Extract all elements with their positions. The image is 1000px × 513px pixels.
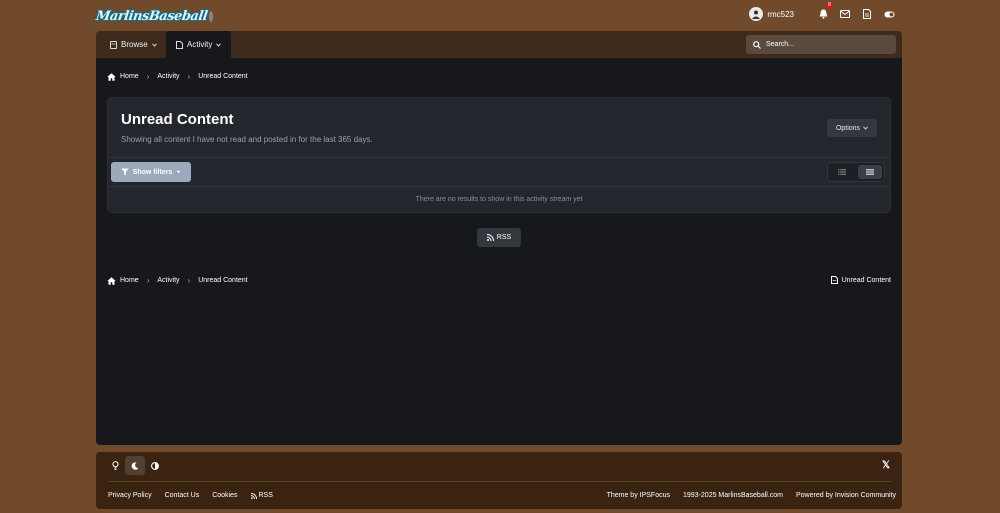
list-icon — [838, 169, 846, 175]
breadcrumb-home[interactable]: Home — [120, 277, 139, 284]
page-title: Unread Content — [121, 111, 234, 128]
site-logo[interactable]: MarlinsBaseball — [94, 1, 214, 31]
empty-results-message: There are no results to show in this act… — [415, 196, 583, 203]
envelope-icon — [840, 10, 850, 18]
options-button[interactable]: Options — [827, 119, 877, 137]
avatar[interactable] — [749, 7, 764, 21]
document-icon — [863, 9, 871, 19]
rss-label: RSS — [496, 234, 512, 241]
bell-icon — [819, 9, 827, 19]
footer-rss-link[interactable]: RSS — [250, 492, 273, 499]
rss-button[interactable]: RSS — [477, 228, 521, 247]
rss-icon — [250, 492, 257, 499]
stream-card: Unread Content Showing all content I hav… — [107, 97, 891, 213]
privacy-policy-link[interactable]: Privacy Policy — [108, 492, 152, 499]
breadcrumb-current: Unread Content — [198, 277, 248, 284]
tab-browse[interactable]: Browse — [100, 31, 167, 58]
main-content: Home › Activity › Unread Content Unread … — [96, 58, 902, 445]
chevron-down-icon — [216, 42, 222, 47]
footer: 𝕏 Privacy Policy Contact Us Cookies RSS … — [96, 452, 902, 509]
chevron-right-icon: › — [187, 276, 191, 285]
notifications-button[interactable]: 8 — [816, 2, 833, 21]
page-subtitle: Showing all content I have not read and … — [121, 135, 373, 144]
main-nav: Browse Activity Search... — [96, 31, 902, 58]
breadcrumb-bottom: Home › Activity › Unread Content — [107, 276, 248, 285]
breadcrumb-activity[interactable]: Activity — [157, 277, 179, 284]
toggle-icon — [884, 11, 894, 17]
cookies-link[interactable]: Cookies — [212, 492, 237, 499]
browse-icon — [110, 40, 117, 49]
search-input[interactable]: Search... — [746, 35, 896, 54]
home-icon — [107, 72, 116, 81]
x-social-icon[interactable]: 𝕏 — [882, 460, 890, 471]
filter-bar: Show filters — [108, 157, 890, 187]
condensed-view-button[interactable] — [830, 165, 854, 179]
options-label: Options — [835, 124, 861, 132]
theme-credit[interactable]: Theme by IPSFocus — [607, 492, 670, 499]
filter-icon — [120, 168, 129, 176]
show-filters-label: Show filters — [132, 168, 173, 176]
activity-icon — [176, 40, 183, 49]
powered-by[interactable]: Powered by Invision Community — [796, 492, 896, 499]
chevron-down-icon — [151, 42, 157, 47]
contrast-icon — [151, 461, 159, 470]
expanded-view-button[interactable] — [858, 165, 882, 179]
tab-browse-label: Browse — [121, 40, 148, 49]
chevron-down-icon — [863, 126, 868, 130]
lightbulb-icon — [111, 461, 119, 470]
contact-us-link[interactable]: Contact Us — [165, 492, 200, 499]
unread-content-label: Unread Content — [841, 276, 891, 284]
caret-down-icon — [176, 170, 181, 174]
dark-theme-button[interactable] — [125, 456, 145, 475]
breadcrumb: Home › Activity › Unread Content — [107, 72, 248, 81]
moon-icon — [131, 461, 139, 470]
copyright: 1993-2025 MarlinsBaseball.com — [683, 492, 783, 499]
username[interactable]: rmc523 — [767, 10, 794, 19]
footer-credits: Theme by IPSFocus 1993-2025 MarlinsBaseb… — [607, 492, 896, 499]
user-bar: rmc523 8 — [749, 2, 896, 22]
footer-divider — [108, 481, 892, 482]
chevron-right-icon: › — [187, 72, 191, 81]
theme-switcher — [105, 456, 165, 475]
breadcrumb-current: Unread Content — [198, 73, 248, 80]
chevron-right-icon: › — [146, 276, 150, 285]
notification-badge: 8 — [826, 2, 833, 9]
home-icon — [107, 276, 116, 285]
user-avatar-icon — [752, 10, 761, 19]
logo-text: MarlinsBaseball — [94, 8, 209, 24]
footer-rss-label: RSS — [258, 492, 273, 499]
tab-activity-label: Activity — [187, 40, 213, 49]
baseball-icon — [209, 10, 214, 22]
unread-content-link[interactable]: Unread Content — [830, 276, 891, 284]
content-button[interactable] — [860, 7, 874, 21]
search-placeholder: Search... — [766, 41, 795, 48]
light-theme-button[interactable] — [105, 456, 125, 475]
show-filters-button[interactable]: Show filters — [111, 162, 191, 182]
chevron-right-icon: › — [146, 72, 150, 81]
breadcrumb-home[interactable]: Home — [120, 73, 139, 80]
breadcrumb-activity[interactable]: Activity — [157, 73, 179, 80]
theme-toggle-button[interactable] — [882, 7, 896, 21]
menu-lines-icon — [866, 169, 874, 175]
rss-icon — [486, 234, 494, 241]
document-icon — [830, 276, 838, 284]
footer-links: Privacy Policy Contact Us Cookies RSS — [108, 492, 273, 499]
tab-activity[interactable]: Activity — [166, 31, 232, 58]
messages-button[interactable] — [838, 7, 852, 21]
auto-theme-button[interactable] — [145, 456, 165, 475]
view-toggle — [827, 162, 885, 182]
search-icon — [753, 40, 761, 49]
